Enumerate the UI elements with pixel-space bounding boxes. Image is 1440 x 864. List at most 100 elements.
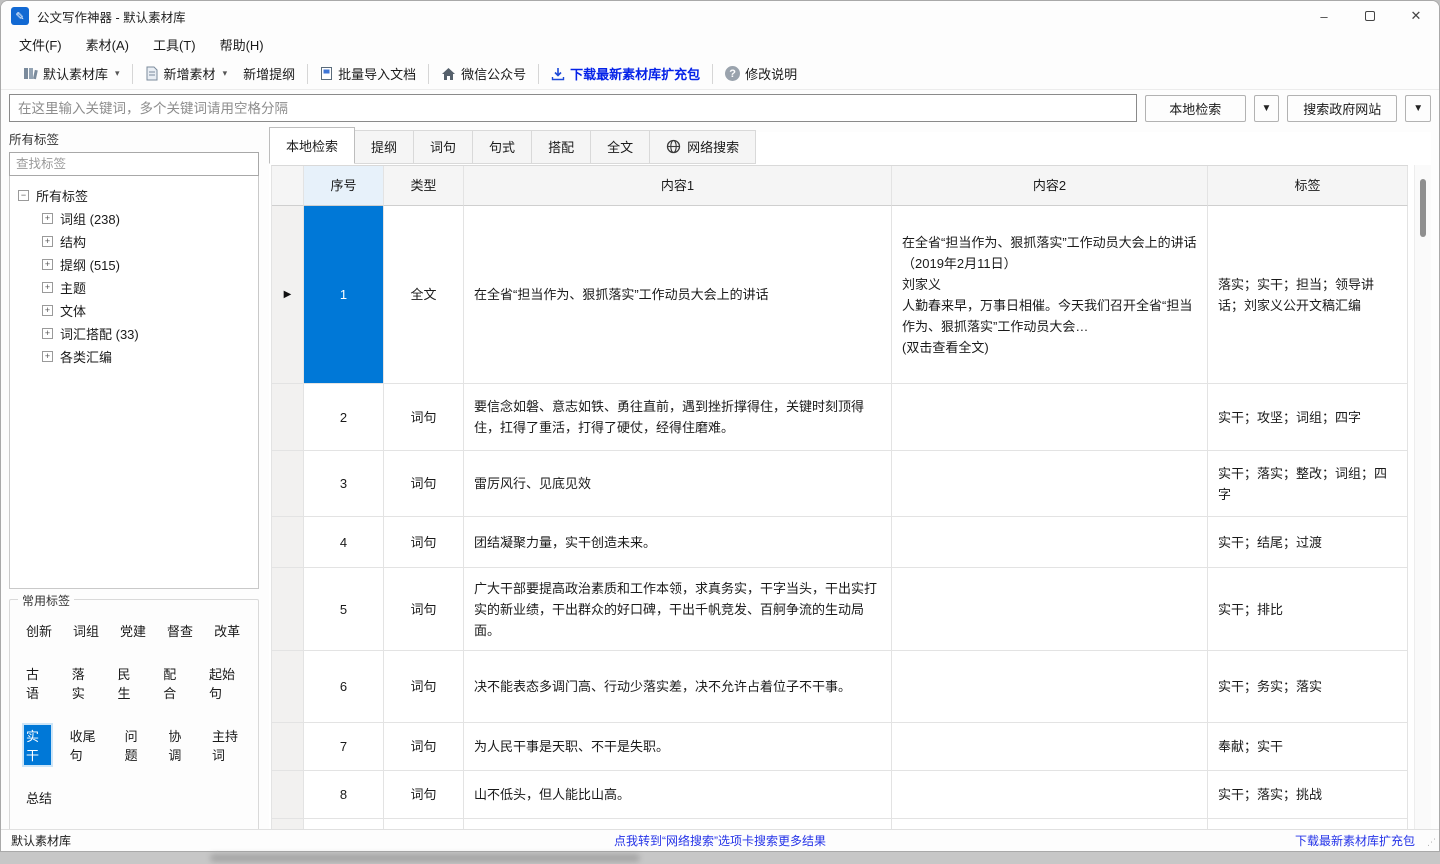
tree-node-root[interactable]: − 所有标签 [18,184,258,207]
cell-content1[interactable]: 决不能表态多调门高、行动少落实差，决不允许占着位子不干事。 [464,651,892,723]
expand-icon[interactable]: + [42,282,53,293]
col-header-type[interactable]: 类型 [384,166,464,206]
tab-fulltext[interactable]: 全文 [591,130,650,164]
cell-type[interactable]: 词句 [384,723,464,771]
tree-node-topic[interactable]: + 主题 [18,276,258,299]
tree-node-style[interactable]: + 文体 [18,299,258,322]
tag-cizu[interactable]: 词组 [71,620,101,641]
menu-material[interactable]: 素材(A) [86,35,129,54]
tag-guyu[interactable]: 古语 [24,663,53,703]
tab-phrases[interactable]: 词句 [414,130,473,164]
cell-tags[interactable]: 实干；务实；落实 [1208,651,1408,723]
cell-content2[interactable] [892,723,1208,771]
cell-index[interactable]: 2 [304,384,384,451]
cell-content2[interactable]: 在全省“担当作为、狠抓落实”工作动员大会上的讲话 （2019年2月11日） 刘家… [892,206,1208,384]
cell-content2[interactable] [892,771,1208,819]
expand-icon[interactable]: + [42,213,53,224]
col-header-content2[interactable]: 内容2 [892,166,1208,206]
cell-type[interactable]: 全文 [384,206,464,384]
tab-web-search[interactable]: 网络搜索 [650,130,756,164]
tree-node-collocation[interactable]: + 词汇搭配 (33) [18,322,258,345]
cell-type[interactable]: 词句 [384,568,464,651]
tag-xietiao[interactable]: 协调 [166,725,193,765]
add-outline-button[interactable]: 新增提纲 [235,61,303,87]
expand-icon[interactable]: + [42,305,53,316]
tag-gaige[interactable]: 改革 [212,620,242,641]
add-material-button[interactable]: 新增素材 ▾ [137,61,236,87]
expand-icon[interactable]: + [42,328,53,339]
menu-file[interactable]: 文件(F) [19,35,62,54]
cell-content1[interactable]: 要信念如磐、意志如铁、勇往直前，遇到挫折撑得住，关键时刻顶得住，扛得了重活，打得… [464,384,892,451]
gov-search-button[interactable]: 搜索政府网站 [1287,95,1397,122]
cell-content2[interactable] [892,651,1208,723]
cell-tags[interactable]: 奉献；实干 [1208,723,1408,771]
gov-search-dropdown-button[interactable]: ▼ [1405,95,1431,122]
table-row[interactable]: 5 词句 广大干部要提高政治素质和工作本领，求真务实，干字当头，干出实打实的新业… [272,568,1408,651]
changelog-button[interactable]: ? 修改说明 [717,61,805,87]
tab-local-search[interactable]: 本地检索 [269,127,355,164]
tag-chuangxin[interactable]: 创新 [24,620,54,641]
current-row-arrow-icon[interactable]: ▶ [272,206,304,384]
tree-node-outline[interactable]: + 提纲 (515) [18,253,258,276]
cell-content1[interactable]: 雷厉风行、见底见效 [464,451,892,517]
table-row[interactable]: 3 词句 雷厉风行、见底见效 实干；落实；整改；词组；四字 [272,451,1408,517]
tag-wenti[interactable]: 问题 [123,725,150,765]
tag-shouweiju[interactable]: 收尾句 [68,725,106,765]
cell-index[interactable]: 4 [304,517,384,568]
tag-zongjie[interactable]: 总结 [24,787,54,808]
cell-tags[interactable]: 实干；落实；整改；词组；四字 [1208,451,1408,517]
tag-shigan-selected[interactable]: 实干 [24,725,51,765]
maximize-button[interactable] [1347,1,1393,31]
cell-tags[interactable]: 实干；排比 [1208,568,1408,651]
keyword-search-input[interactable] [9,94,1137,122]
cell-type[interactable]: 词句 [384,517,464,568]
cell-content1[interactable]: 山不低头，但人能比山高。 [464,771,892,819]
web-search-hint-link[interactable]: 点我转到“网络搜索”选项卡搜索更多结果 [1,832,1439,849]
tag-qishiju[interactable]: 起始句 [207,663,248,703]
cell-content2[interactable] [892,384,1208,451]
tag-zhuchici[interactable]: 主持词 [210,725,248,765]
menu-help[interactable]: 帮助(H) [220,35,264,54]
tab-outline[interactable]: 提纲 [355,130,414,164]
menu-tools[interactable]: 工具(T) [153,35,196,54]
table-row[interactable]: 8 词句 山不低头，但人能比山高。 实干；落实；挑战 [272,771,1408,819]
cell-tags[interactable]: 实干；落实；挑战 [1208,771,1408,819]
minimize-button[interactable]: – [1301,1,1347,31]
tab-sentence-patterns[interactable]: 句式 [473,130,532,164]
local-search-dropdown-button[interactable]: ▼ [1254,95,1280,122]
scrollbar-thumb[interactable] [1420,179,1426,237]
tag-dangjian[interactable]: 党建 [118,620,148,641]
cell-content2[interactable] [892,517,1208,568]
table-row[interactable]: 7 词句 为人民干事是天职、不干是失职。 奉献；实干 [272,723,1408,771]
cell-index[interactable]: 5 [304,568,384,651]
cell-type[interactable]: 词句 [384,771,464,819]
expand-icon[interactable]: + [42,236,53,247]
expand-icon[interactable]: + [42,351,53,362]
cell-index-selected[interactable]: 1 [304,206,384,384]
cell-content1[interactable]: 在全省“担当作为、狠抓落实”工作动员大会上的讲话 [464,206,892,384]
cell-tags[interactable]: 实干；攻坚；词组；四字 [1208,384,1408,451]
cell-tags[interactable]: 实干；结尾；过渡 [1208,517,1408,568]
download-pack-button[interactable]: 下载最新素材库扩充包 [543,61,708,87]
col-header-index[interactable]: 序号 [304,166,384,206]
tree-node-structure[interactable]: + 结构 [18,230,258,253]
table-vertical-scrollbar[interactable] [1414,165,1431,829]
tree-node-phrases[interactable]: + 词组 (238) [18,207,258,230]
close-button[interactable]: ✕ [1393,1,1439,31]
wechat-official-button[interactable]: 微信公众号 [433,61,534,87]
batch-import-button[interactable]: 批量导入文档 [312,61,424,87]
table-row[interactable]: 2 词句 要信念如磐、意志如铁、勇往直前，遇到挫折撑得住，关键时刻顶得住，扛得了… [272,384,1408,451]
cell-content1[interactable]: 团结凝聚力量，实干创造未来。 [464,517,892,568]
tag-luoshi[interactable]: 落实 [70,663,99,703]
tree-node-compilations[interactable]: + 各类汇编 [18,345,258,368]
cell-content2[interactable] [892,568,1208,651]
expand-icon[interactable]: + [42,259,53,270]
cell-index[interactable]: 7 [304,723,384,771]
table-row[interactable]: 4 词句 团结凝聚力量，实干创造未来。 实干；结尾；过渡 [272,517,1408,568]
cell-index[interactable]: 6 [304,651,384,723]
local-search-button[interactable]: 本地检索 [1145,95,1246,122]
tag-minsheng[interactable]: 民生 [115,663,144,703]
table-row[interactable]: ▶ 1 全文 在全省“担当作为、狠抓落实”工作动员大会上的讲话 在全省“担当作为… [272,206,1408,384]
tag-ducha[interactable]: 督查 [165,620,195,641]
resize-grip[interactable]: ⋰ [1427,837,1437,848]
